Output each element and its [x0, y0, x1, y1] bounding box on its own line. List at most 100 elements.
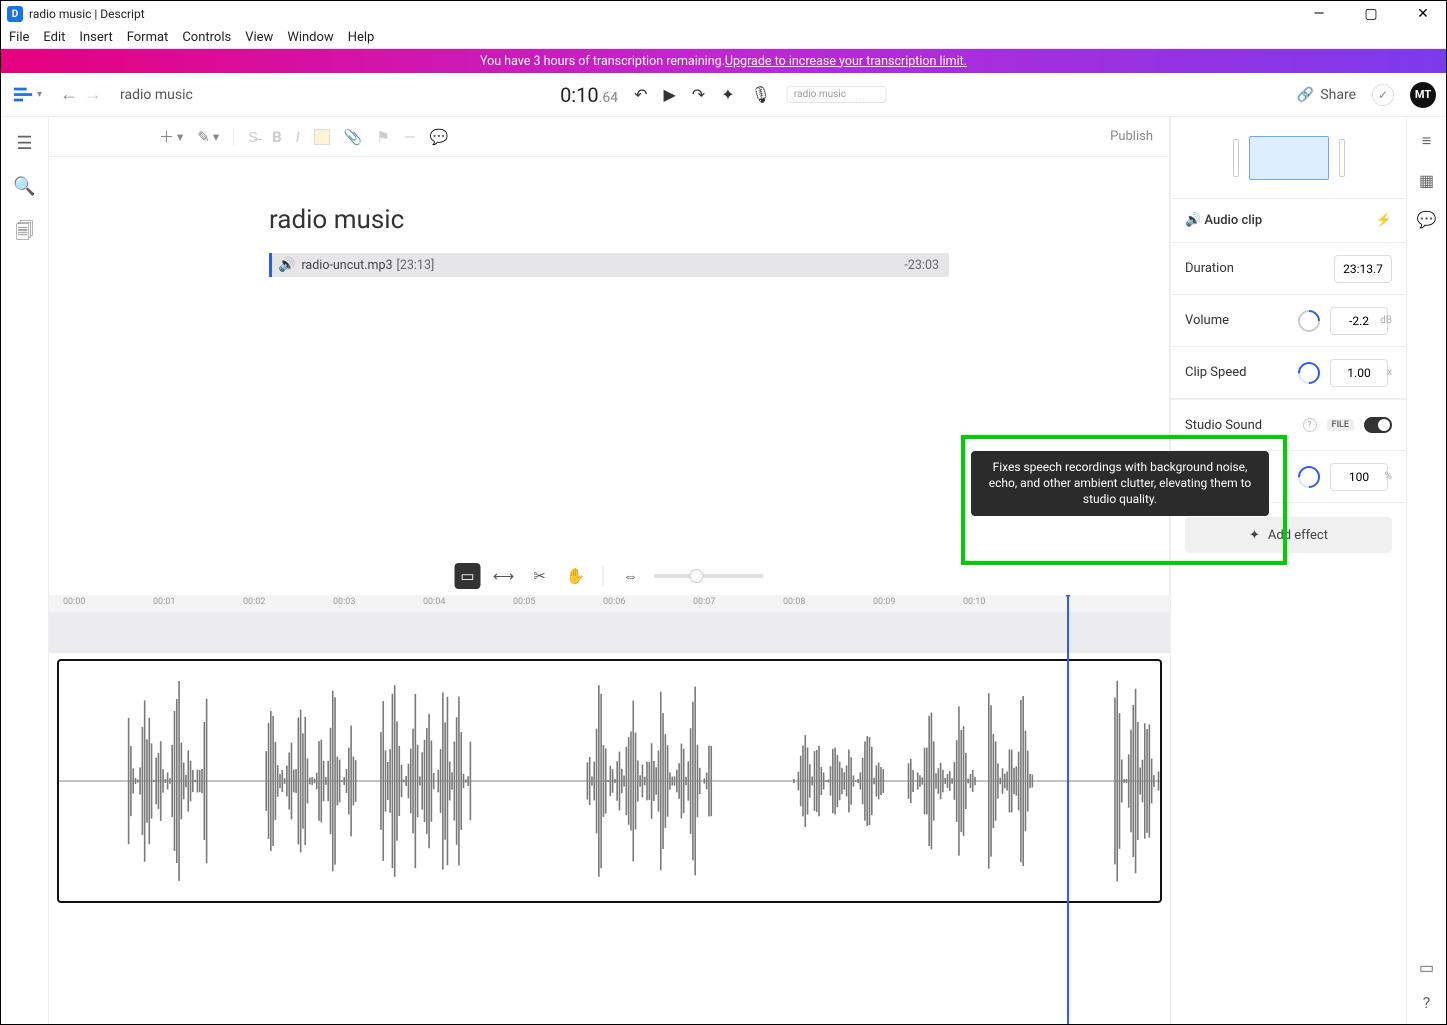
wand-icon[interactable]: ✎▾: [197, 128, 219, 146]
menu-insert[interactable]: Insert: [79, 30, 112, 45]
share-button[interactable]: 🔗 Share: [1297, 87, 1356, 103]
redo-icon[interactable]: ↷: [692, 85, 705, 104]
playhead-time: 0:10.64: [560, 83, 618, 107]
bolt-icon[interactable]: ⚡: [1376, 213, 1392, 228]
studio-sound-tooltip: Fixes speech recordings with background …: [971, 451, 1269, 516]
right-rail: ≡ ▦ 💬 ▭ ?: [1406, 117, 1446, 1024]
intensity-input[interactable]: [1330, 463, 1388, 491]
playhead[interactable]: [1067, 595, 1069, 1024]
clip-filename: radio-uncut.mp3: [301, 258, 392, 273]
banner-text: You have 3 hours of transcription remain…: [480, 54, 725, 69]
audio-clip-row[interactable]: 🔊 radio-uncut.mp3 [23:13] -23:03: [269, 253, 949, 277]
sliders-icon[interactable]: ≡: [1422, 131, 1431, 151]
clip-remaining: -23:03: [904, 258, 939, 273]
link-icon: 🔗: [1297, 87, 1314, 103]
undo-icon[interactable]: ↶: [634, 85, 647, 104]
studio-sound-label: Studio Sound: [1185, 418, 1293, 433]
document-area: ＋▾ ✎▾ S̶ B I 📎 ⚑ — 💬 Publish radio music…: [49, 117, 1170, 595]
minimize-button[interactable]: —: [1302, 6, 1336, 22]
sparkle-icon[interactable]: ✦: [721, 85, 734, 104]
properties-panel: 🔊 Audio clip ⚡ Duration Volume dB Clip S…: [1170, 117, 1406, 1024]
speed-input[interactable]: [1330, 359, 1388, 387]
comment-icon[interactable]: 💬: [430, 128, 449, 146]
menu-file[interactable]: File: [9, 30, 29, 45]
play-icon[interactable]: ▶: [663, 85, 675, 104]
attach-icon[interactable]: 📎: [344, 128, 363, 146]
menu-view[interactable]: View: [245, 30, 273, 45]
share-label: Share: [1320, 87, 1356, 103]
menu-help[interactable]: Help: [348, 30, 375, 45]
highlight-color-icon[interactable]: [314, 129, 330, 145]
panel-header-label: Audio clip: [1204, 213, 1262, 228]
marker-icon[interactable]: ⚑: [376, 128, 389, 146]
check-dropdown-icon[interactable]: ✓: [1372, 84, 1394, 106]
mic-icon[interactable]: 🎙: [751, 85, 771, 104]
ruler-tick: 00:08: [783, 597, 805, 607]
close-button[interactable]: ✕: [1406, 6, 1440, 22]
app-logo[interactable]: [11, 83, 35, 107]
menu-controls[interactable]: Controls: [182, 30, 231, 45]
ruler-tick: 00:04: [423, 597, 445, 607]
timeline-gutter[interactable]: [49, 613, 1170, 653]
italic-icon[interactable]: I: [296, 128, 300, 146]
add-effect-label: Add effect: [1268, 528, 1328, 543]
track-chip[interactable]: radio music: [787, 86, 887, 103]
script-icon[interactable]: 🗐: [16, 219, 34, 249]
logo-dropdown-icon[interactable]: ▾: [37, 89, 42, 100]
timeline-ruler[interactable]: 00:0000:0100:0200:0300:0400:0500:0600:07…: [49, 595, 1170, 613]
range-tool-icon[interactable]: ⟷: [491, 563, 517, 589]
ruler-tick: 00:03: [333, 597, 355, 607]
breadcrumb[interactable]: radio music: [120, 87, 193, 103]
menu-window[interactable]: Window: [287, 30, 333, 45]
menubar: File Edit Insert Format Controls View Wi…: [1, 27, 1446, 49]
duration-input[interactable]: [1334, 255, 1392, 283]
canvas-preview[interactable]: [1171, 117, 1406, 199]
divider-icon[interactable]: —: [404, 128, 416, 146]
ruler-tick: 00:07: [693, 597, 715, 607]
publish-button[interactable]: Publish: [1110, 129, 1153, 144]
add-icon[interactable]: ＋▾: [159, 126, 183, 147]
clip-duration: [23:13]: [397, 258, 435, 273]
speed-label: Clip Speed: [1185, 365, 1288, 380]
zoom-slider[interactable]: [654, 574, 764, 578]
timeline[interactable]: 00:0000:0100:0200:0300:0400:0500:0600:07…: [49, 595, 1170, 1024]
hamburger-icon[interactable]: ☰: [16, 133, 32, 154]
strikethrough-icon[interactable]: S̶: [248, 128, 258, 146]
intensity-knob[interactable]: [1293, 461, 1324, 492]
doc-toolbar: ＋▾ ✎▾ S̶ B I 📎 ⚑ — 💬 Publish: [49, 117, 1169, 157]
timeline-tools: ▭ ⟷ ✂ ✋ ⇔: [455, 563, 764, 589]
ruler-tick: 00:02: [243, 597, 265, 607]
nav-forward-icon[interactable]: →: [84, 84, 102, 105]
avatar[interactable]: MT: [1410, 82, 1436, 108]
upgrade-banner: You have 3 hours of transcription remain…: [1, 49, 1446, 73]
app-icon: D: [7, 6, 23, 22]
volume-input[interactable]: [1330, 307, 1388, 335]
hand-tool-icon[interactable]: ✋: [563, 563, 589, 589]
add-effect-button[interactable]: ✦ Add effect: [1185, 517, 1392, 553]
panel-toggle-icon[interactable]: ▭: [1419, 958, 1434, 977]
bold-icon[interactable]: B: [272, 128, 282, 146]
text-cursor: [269, 253, 272, 277]
volume-label: Volume: [1185, 313, 1288, 328]
help-icon[interactable]: ?: [1303, 418, 1317, 432]
search-icon[interactable]: 🔍: [13, 176, 35, 197]
volume-knob[interactable]: [1293, 305, 1324, 336]
select-tool-icon[interactable]: ▭: [455, 563, 481, 589]
help-icon[interactable]: ?: [1423, 993, 1431, 1012]
grid-icon[interactable]: ▦: [1419, 171, 1434, 190]
studio-sound-toggle[interactable]: [1364, 417, 1392, 433]
banner-upgrade-link[interactable]: Upgrade to increase your transcription l…: [725, 54, 967, 69]
speed-knob[interactable]: [1293, 357, 1324, 388]
menu-edit[interactable]: Edit: [43, 30, 65, 45]
snap-icon[interactable]: ⇔: [618, 563, 644, 589]
doc-title[interactable]: radio music: [269, 205, 949, 235]
duration-label: Duration: [1185, 261, 1324, 276]
waveform-track[interactable]: [57, 659, 1162, 903]
chat-icon[interactable]: 💬: [1417, 210, 1437, 229]
maximize-button[interactable]: ▢: [1354, 6, 1388, 22]
titlebar: D radio music | Descript — ▢ ✕: [1, 1, 1446, 27]
blade-tool-icon[interactable]: ✂: [527, 563, 553, 589]
volume-row: Volume dB: [1171, 295, 1406, 347]
menu-format[interactable]: Format: [127, 30, 169, 45]
nav-back-icon[interactable]: ←: [60, 84, 78, 105]
